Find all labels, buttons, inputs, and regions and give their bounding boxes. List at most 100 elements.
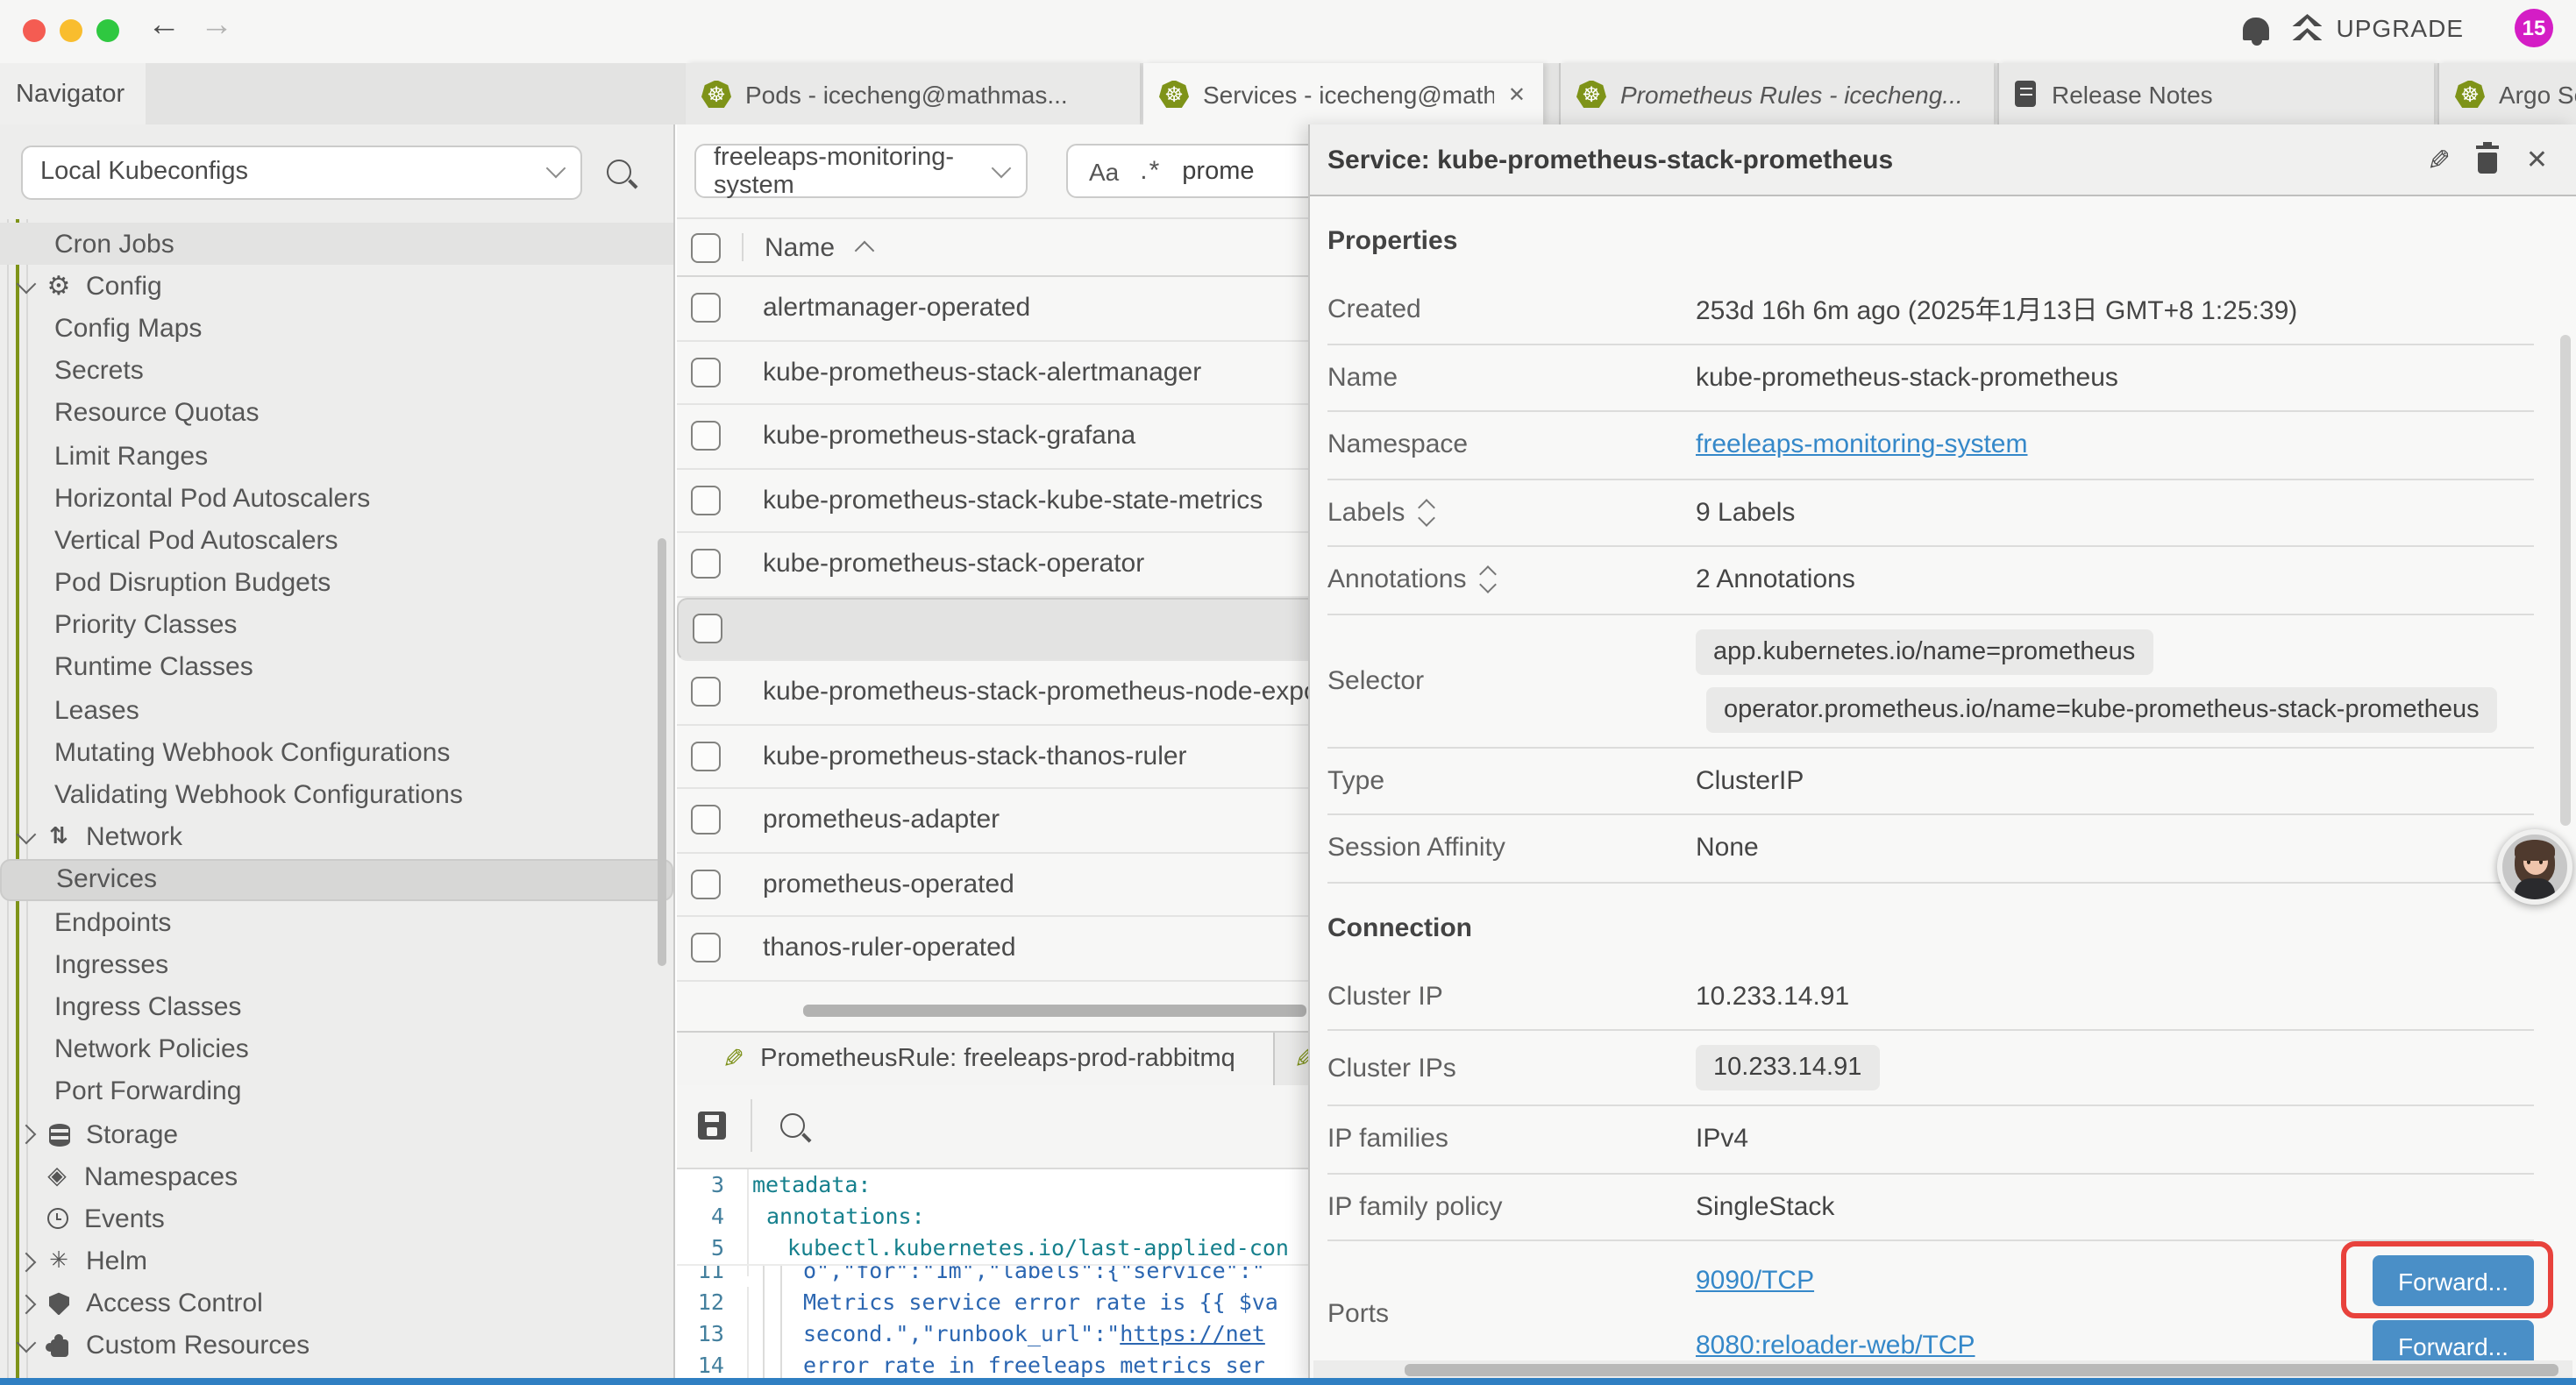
row-checkbox[interactable] <box>691 806 721 835</box>
chevron-down-icon <box>992 158 1012 178</box>
sidebar-search-icon[interactable] <box>607 160 631 184</box>
tab-close-icon[interactable]: ✕ <box>1494 82 1526 106</box>
notifications-bell-icon[interactable] <box>2243 18 2269 40</box>
sidebar-item-vertical-pod-autoscalers[interactable]: Vertical Pod Autoscalers <box>0 520 673 562</box>
sort-toggle-icon[interactable] <box>1420 501 1433 524</box>
row-checkbox[interactable] <box>691 294 721 323</box>
sidebar-item-secrets[interactable]: Secrets <box>0 350 673 392</box>
column-header-name[interactable]: Name <box>765 232 835 262</box>
sidebar-item-validating-webhook-configurations[interactable]: Validating Webhook Configurations <box>0 774 673 816</box>
sidebar-item-leases[interactable]: Leases <box>0 689 673 731</box>
sidebar-item-resource-quotas[interactable]: Resource Quotas <box>0 393 673 435</box>
sidebar-item-label: Endpoints <box>54 907 171 937</box>
port-link[interactable]: 9090/TCP <box>1696 1266 1814 1296</box>
detail-label: Type <box>1327 766 1696 796</box>
sidebar-item-custom-resources[interactable]: Custom Resources <box>0 1325 673 1367</box>
row-checkbox[interactable] <box>691 678 721 707</box>
row-checkbox[interactable] <box>691 486 721 515</box>
edit-icon[interactable]: ✎ <box>2427 143 2451 176</box>
chevron-down-icon[interactable] <box>17 1334 37 1354</box>
namespace-select[interactable]: freeleaps-monitoring-system <box>694 144 1028 198</box>
sidebar-item-helm[interactable]: ✳Helm <box>0 1240 673 1282</box>
sidebar-item-port-forwarding[interactable]: Port Forwarding <box>0 1071 673 1113</box>
detail-row-type: TypeClusterIP <box>1327 748 2534 815</box>
detail-badges: app.kubernetes.io/name=prometheusoperato… <box>1696 629 2534 732</box>
sidebar-item-config-maps[interactable]: Config Maps <box>0 308 673 350</box>
notification-count-badge[interactable]: 15 <box>2515 9 2553 47</box>
sidebar-item-horizontal-pod-autoscalers[interactable]: Horizontal Pod Autoscalers <box>0 477 673 519</box>
sidebar-item-cron-jobs[interactable]: Cron Jobs <box>0 223 673 265</box>
sidebar-item-label: Services <box>56 865 157 895</box>
namespace-link[interactable]: freeleaps-monitoring-system <box>1696 430 2028 460</box>
sidebar-item-limit-ranges[interactable]: Limit Ranges <box>0 435 673 477</box>
app-tab-prometheus-rules-icecheng[interactable]: ☸Prometheus Rules - icecheng... <box>1559 63 1994 124</box>
row-checkbox[interactable] <box>691 934 721 963</box>
chevron-down-icon[interactable] <box>17 825 37 845</box>
sort-ascending-icon[interactable] <box>855 241 875 261</box>
kubeconfig-select[interactable]: Local Kubeconfigs <box>21 145 582 199</box>
row-checkbox[interactable] <box>691 870 721 899</box>
sidebar-item-ingresses[interactable]: Ingresses <box>0 943 673 985</box>
row-checkbox[interactable] <box>691 550 721 579</box>
chevron-right-icon[interactable] <box>17 1294 37 1314</box>
port-link[interactable]: 8080:reloader-web/TCP <box>1696 1331 1975 1360</box>
service-name: kube-prometheus-stack-thanos-ruler <box>763 742 1187 771</box>
tab-label: Release Notes <box>2052 80 2213 108</box>
table-horizontal-scrollbar[interactable] <box>803 1004 1306 1016</box>
sidebar-item-network-policies[interactable]: Network Policies <box>0 1028 673 1070</box>
events-icon <box>44 1209 70 1230</box>
back-icon[interactable]: ← <box>147 7 181 46</box>
tab-navigator[interactable]: Navigator <box>0 63 146 124</box>
sidebar-item-ingress-classes[interactable]: Ingress Classes <box>0 986 673 1028</box>
editor-tab-prometheusrule[interactable]: ✎ PrometheusRule: freeleaps-prod-rabbitm… <box>677 1032 1275 1084</box>
kubeconfig-select-value: Local Kubeconfigs <box>40 158 248 186</box>
code-link[interactable]: https://net <box>1120 1319 1265 1346</box>
select-all-checkbox[interactable] <box>691 232 721 262</box>
match-case-toggle[interactable]: Aa <box>1089 157 1119 185</box>
detail-value: 9 Labels <box>1696 498 2534 528</box>
chevron-right-icon[interactable] <box>17 1252 37 1272</box>
puzzle-icon <box>46 1336 72 1357</box>
app-tab-argo-se[interactable]: ☸Argo Se <box>2437 63 2576 124</box>
close-icon[interactable]: ✕ <box>2526 144 2548 175</box>
drawer-horizontal-scrollbar[interactable] <box>1405 1364 2558 1376</box>
chevron-down-icon[interactable] <box>17 273 37 294</box>
upgrade-button[interactable]: UPGRADE <box>2293 14 2464 42</box>
sidebar-item-events[interactable]: Events <box>0 1198 673 1240</box>
window-zoom-button[interactable] <box>96 19 119 42</box>
sidebar-item-runtime-classes[interactable]: Runtime Classes <box>0 647 673 689</box>
row-checkbox[interactable] <box>693 614 722 644</box>
sidebar-item-access-control[interactable]: Access Control <box>0 1282 673 1325</box>
sidebar-scrollbar[interactable] <box>658 538 666 966</box>
delete-trash-icon[interactable] <box>2479 152 2498 173</box>
document-icon <box>2015 81 2036 107</box>
window-minimize-button[interactable] <box>60 19 82 42</box>
app-tab-release-notes[interactable]: Release Notes <box>1997 63 2434 124</box>
sidebar-item-priority-classes[interactable]: Priority Classes <box>0 604 673 646</box>
row-checkbox[interactable] <box>691 422 721 451</box>
sidebar-item-config[interactable]: ⚙Config <box>0 265 673 307</box>
drawer-scrollbar[interactable] <box>2560 335 2571 826</box>
editor-search-icon[interactable] <box>780 1113 805 1138</box>
forward-icon[interactable]: → <box>200 7 233 46</box>
detail-label: Cluster IP <box>1327 982 1696 1012</box>
app-tab-pods-icecheng-mathmas[interactable]: ☸Pods - icecheng@mathmas... <box>686 63 1140 124</box>
row-checkbox[interactable] <box>691 742 721 771</box>
sidebar-item-storage[interactable]: Storage <box>0 1113 673 1155</box>
sort-toggle-icon[interactable] <box>1482 569 1494 592</box>
save-icon[interactable] <box>698 1112 726 1140</box>
sidebar-item-services[interactable]: Services <box>0 859 673 901</box>
regex-toggle[interactable]: .* <box>1140 156 1161 186</box>
highlight-annotation <box>2341 1241 2553 1318</box>
row-checkbox[interactable] <box>691 358 721 387</box>
app-tab-services-icecheng-math[interactable]: ☸Services - icecheng@math...✕ <box>1143 63 1543 124</box>
sidebar-item-mutating-webhook-configurations[interactable]: Mutating Webhook Configurations <box>0 732 673 774</box>
sidebar-item-pod-disruption-budgets[interactable]: Pod Disruption Budgets <box>0 562 673 604</box>
window-close-button[interactable] <box>23 19 46 42</box>
sidebar-item-namespaces[interactable]: ◈Namespaces <box>0 1155 673 1197</box>
sidebar-item-network[interactable]: ⇅Network <box>0 816 673 858</box>
user-avatar[interactable] <box>2497 829 2572 905</box>
sidebar-item-endpoints[interactable]: Endpoints <box>0 901 673 943</box>
forward-button[interactable]: Forward... <box>2373 1320 2534 1364</box>
chevron-right-icon[interactable] <box>17 1125 37 1145</box>
